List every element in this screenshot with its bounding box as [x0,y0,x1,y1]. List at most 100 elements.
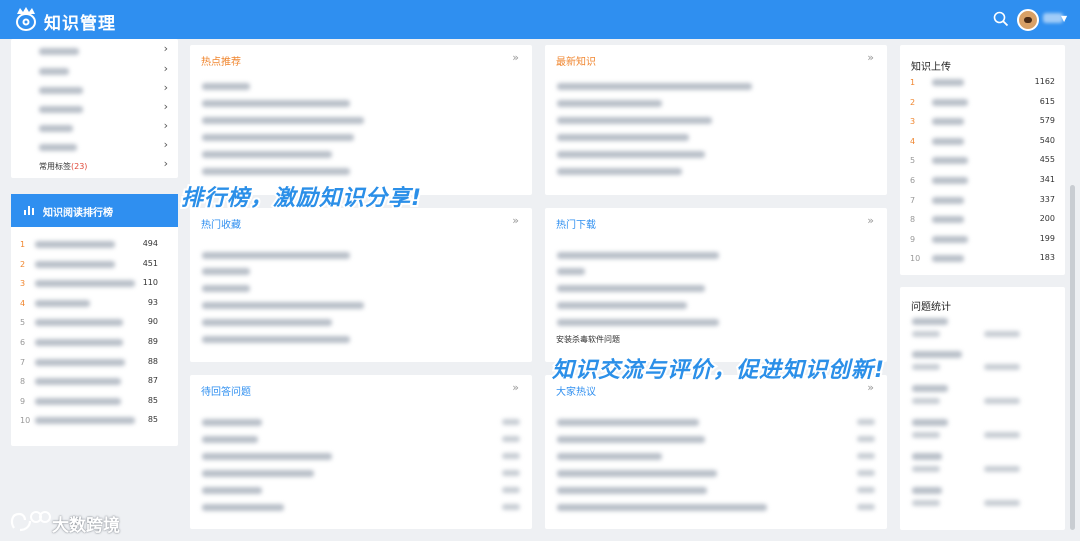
panel-title[interactable]: 最新知识 [556,53,596,68]
latest-knowledge-panel: 最新知识 » [545,45,887,195]
scrollbar[interactable] [1070,185,1075,530]
rank-row[interactable]: 5 455 [900,150,1065,170]
category-item[interactable]: › [27,118,172,138]
rank-number: 6 [910,176,916,185]
rank-row[interactable]: 7 88 [11,352,178,372]
bar-chart-icon [24,206,34,215]
rank-label-blurred [35,417,135,425]
chevron-right-icon: › [163,81,168,94]
rank-label-blurred [932,196,964,204]
rank-label-blurred [35,280,135,288]
rank-row[interactable]: 4 540 [900,131,1065,151]
category-item[interactable]: › [27,41,172,61]
rank-row[interactable]: 10 183 [900,248,1065,268]
rank-label-blurred [932,235,968,243]
chevron-right-icon: › [163,157,168,170]
rank-row[interactable]: 6 341 [900,170,1065,190]
panel-title[interactable]: 热门收藏 [201,216,241,231]
rank-value: 90 [147,317,158,327]
rank-number: 5 [910,156,916,166]
question-stats-title: 问题统计 [911,302,951,313]
user-avatar[interactable] [1017,9,1039,31]
rank-label-blurred [932,118,964,126]
category-label-blurred [39,87,83,94]
rank-value: 341 [1039,175,1055,184]
rank-row[interactable]: 5 90 [11,312,178,332]
rank-value: 200 [1039,214,1055,224]
rank-value: 494 [142,239,158,248]
panel-title[interactable]: 热点推荐 [201,53,241,68]
category-item[interactable]: › [27,99,172,119]
caret-down-icon[interactable]: ▼ [1061,14,1067,23]
rank-value: 579 [1039,116,1055,126]
rank-number: 1 [20,240,26,249]
rank-row[interactable]: 9 199 [900,229,1065,249]
panel-title[interactable]: 热门下载 [556,216,596,231]
category-item[interactable]: › [27,61,172,81]
rank-row[interactable]: 9 85 [11,391,178,411]
rank-row[interactable]: 2 615 [900,92,1065,112]
slogan-overlay: 知识交流与评价，促进知识创新! [550,356,886,385]
rank-value: 85 [147,415,158,425]
rank-row[interactable]: 10 85 [11,410,178,430]
rank-row[interactable]: 2 451 [11,254,178,274]
rank-value: 87 [147,376,158,386]
rank-value: 451 [142,258,158,268]
download-item[interactable]: 安装杀毒软件问题 [556,334,620,345]
rank-label-blurred [35,397,121,405]
rank-label-blurred [35,299,90,307]
rank-row[interactable]: 7 337 [900,190,1065,210]
hot-recommend-panel: 热点推荐 » [190,45,532,195]
category-label-blurred [39,125,73,132]
more-icon[interactable]: » [512,214,519,227]
rank-row[interactable]: 8 87 [11,371,178,391]
rank-label-blurred [35,378,121,386]
rank-value: 88 [147,356,158,366]
search-icon[interactable] [993,11,1009,27]
rank-value: 183 [1039,253,1055,263]
category-item[interactable]: 常用标签(23) › [27,156,172,176]
rank-row[interactable]: 6 89 [11,332,178,352]
rank-value: 110 [142,278,158,288]
pending-questions-panel: 待回答问题 » [190,375,532,529]
chevron-right-icon: › [163,62,168,75]
chevron-right-icon: › [163,119,168,132]
rank-number: 5 [20,318,26,328]
crown-eye-logo[interactable] [14,5,38,33]
rank-value: 540 [1039,135,1055,145]
rank-label-blurred [932,255,964,263]
rank-label-blurred [35,319,123,327]
panel-title[interactable]: 大家热议 [556,383,596,398]
upload-rank-title: 知识上传 [911,62,951,73]
rank-value: 199 [1039,233,1055,243]
rank-number: 1 [910,78,916,87]
rank-row[interactable]: 1 494 [11,234,178,254]
rank-label-blurred [932,137,964,145]
rank-row[interactable]: 3 579 [900,111,1065,131]
panel-title[interactable]: 待回答问题 [201,383,251,398]
more-icon[interactable]: » [867,214,874,227]
more-icon[interactable]: » [867,51,874,64]
top-bar: 知识管理 ▼ [0,0,1080,39]
rank-number: 3 [20,279,26,289]
rank-number: 8 [910,215,916,225]
rank-value: 93 [147,297,158,307]
rank-row[interactable]: 1 1162 [900,72,1065,92]
rank-row[interactable]: 3 110 [11,273,178,293]
rank-number: 6 [20,338,26,347]
more-icon[interactable]: » [512,381,519,394]
rank-value: 455 [1039,155,1055,165]
discussion-panel: 大家热议 » [545,375,887,529]
rank-label-blurred [932,98,968,106]
username-blurred[interactable] [1043,13,1063,23]
category-item[interactable]: › [27,80,172,100]
category-label-blurred [39,48,79,55]
rank-row[interactable]: 4 93 [11,293,178,313]
rank-row[interactable]: 8 200 [900,209,1065,229]
rank-number: 7 [20,357,26,367]
rank-value: 615 [1039,96,1055,106]
rank-number: 2 [910,97,916,107]
rank-label-blurred [932,216,964,224]
category-item[interactable]: › [27,137,172,157]
more-icon[interactable]: » [512,51,519,64]
